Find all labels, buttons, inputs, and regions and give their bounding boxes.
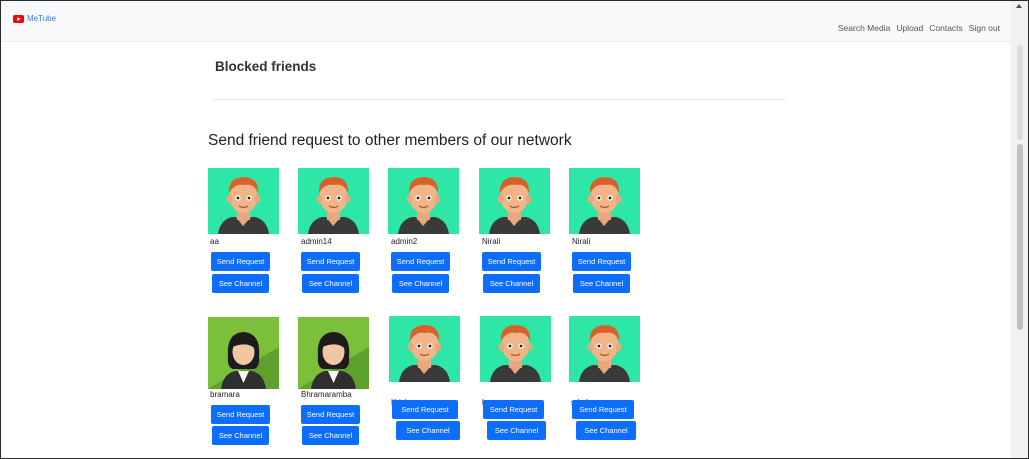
section-divider [213,99,786,100]
send-request-button[interactable]: Send Request [301,405,360,424]
member-name: aa [210,237,219,246]
see-channel-button[interactable]: See Channel [483,274,540,293]
brand-link[interactable]: MeTube [13,14,56,23]
send-request-button[interactable]: Send Request [392,400,458,419]
see-channel-button[interactable]: See Channel [392,274,449,293]
send-request-button[interactable]: Send Request [391,252,450,271]
see-channel-button[interactable]: See Channel [212,274,269,293]
nav-upload[interactable]: Upload [896,23,923,33]
see-channel-button[interactable]: See Channel [212,426,269,445]
send-request-button[interactable]: Send Request [572,400,634,419]
scroll-track [1017,45,1023,140]
member-name: Bhramaramba [301,390,352,399]
scroll-up-arrow-icon[interactable] [1016,4,1022,8]
send-request-button[interactable]: Send Request [572,252,631,271]
network-heading: Send friend request to other members of … [208,132,572,149]
female-avatar-icon [208,317,279,389]
scroll-thumb[interactable] [1017,144,1023,330]
male-avatar-icon [298,168,369,234]
male-avatar-icon [480,316,551,382]
send-request-button[interactable]: Send Request [301,252,360,271]
member-name: Nirali [572,237,591,246]
nav-contacts[interactable]: Contacts [929,23,963,33]
see-channel-button[interactable]: See Channel [487,421,546,440]
male-avatar-icon [388,168,459,234]
send-request-button[interactable]: Send Request [211,252,270,271]
browser-viewport: MeTube Search Media Upload Contacts Sign… [0,0,1029,459]
male-avatar-icon [569,168,640,234]
male-avatar-icon [208,168,279,234]
member-name: bramara [210,390,240,399]
male-avatar-icon [479,168,550,234]
send-request-button[interactable]: Send Request [211,405,270,424]
see-channel-button[interactable]: See Channel [396,421,460,440]
nav-search-media[interactable]: Search Media [838,23,890,33]
youtube-logo-icon [13,14,24,23]
see-channel-button[interactable]: See Channel [573,274,630,293]
send-request-button[interactable]: Send Request [482,252,541,271]
see-channel-button[interactable]: See Channel [302,426,359,445]
member-name: admin2 [391,237,418,246]
see-channel-button[interactable]: See Channel [302,274,359,293]
member-name: admin14 [301,237,332,246]
send-request-button[interactable]: Send Request [483,400,544,419]
vertical-scrollbar[interactable] [1011,1,1028,458]
see-channel-button[interactable]: See Channel [576,421,636,440]
brand-name: MeTube [27,14,57,23]
male-avatar-icon [389,316,460,382]
female-avatar-icon [298,317,369,389]
top-navbar: MeTube Search Media Upload Contacts Sign… [1,1,1011,42]
male-avatar-icon [569,316,640,382]
nav-links: Search Media Upload Contacts Sign out [838,23,1000,33]
member-name: Nirali [482,237,501,246]
blocked-friends-heading: Blocked friends [215,59,317,74]
nav-sign-out[interactable]: Sign out [969,23,1000,33]
